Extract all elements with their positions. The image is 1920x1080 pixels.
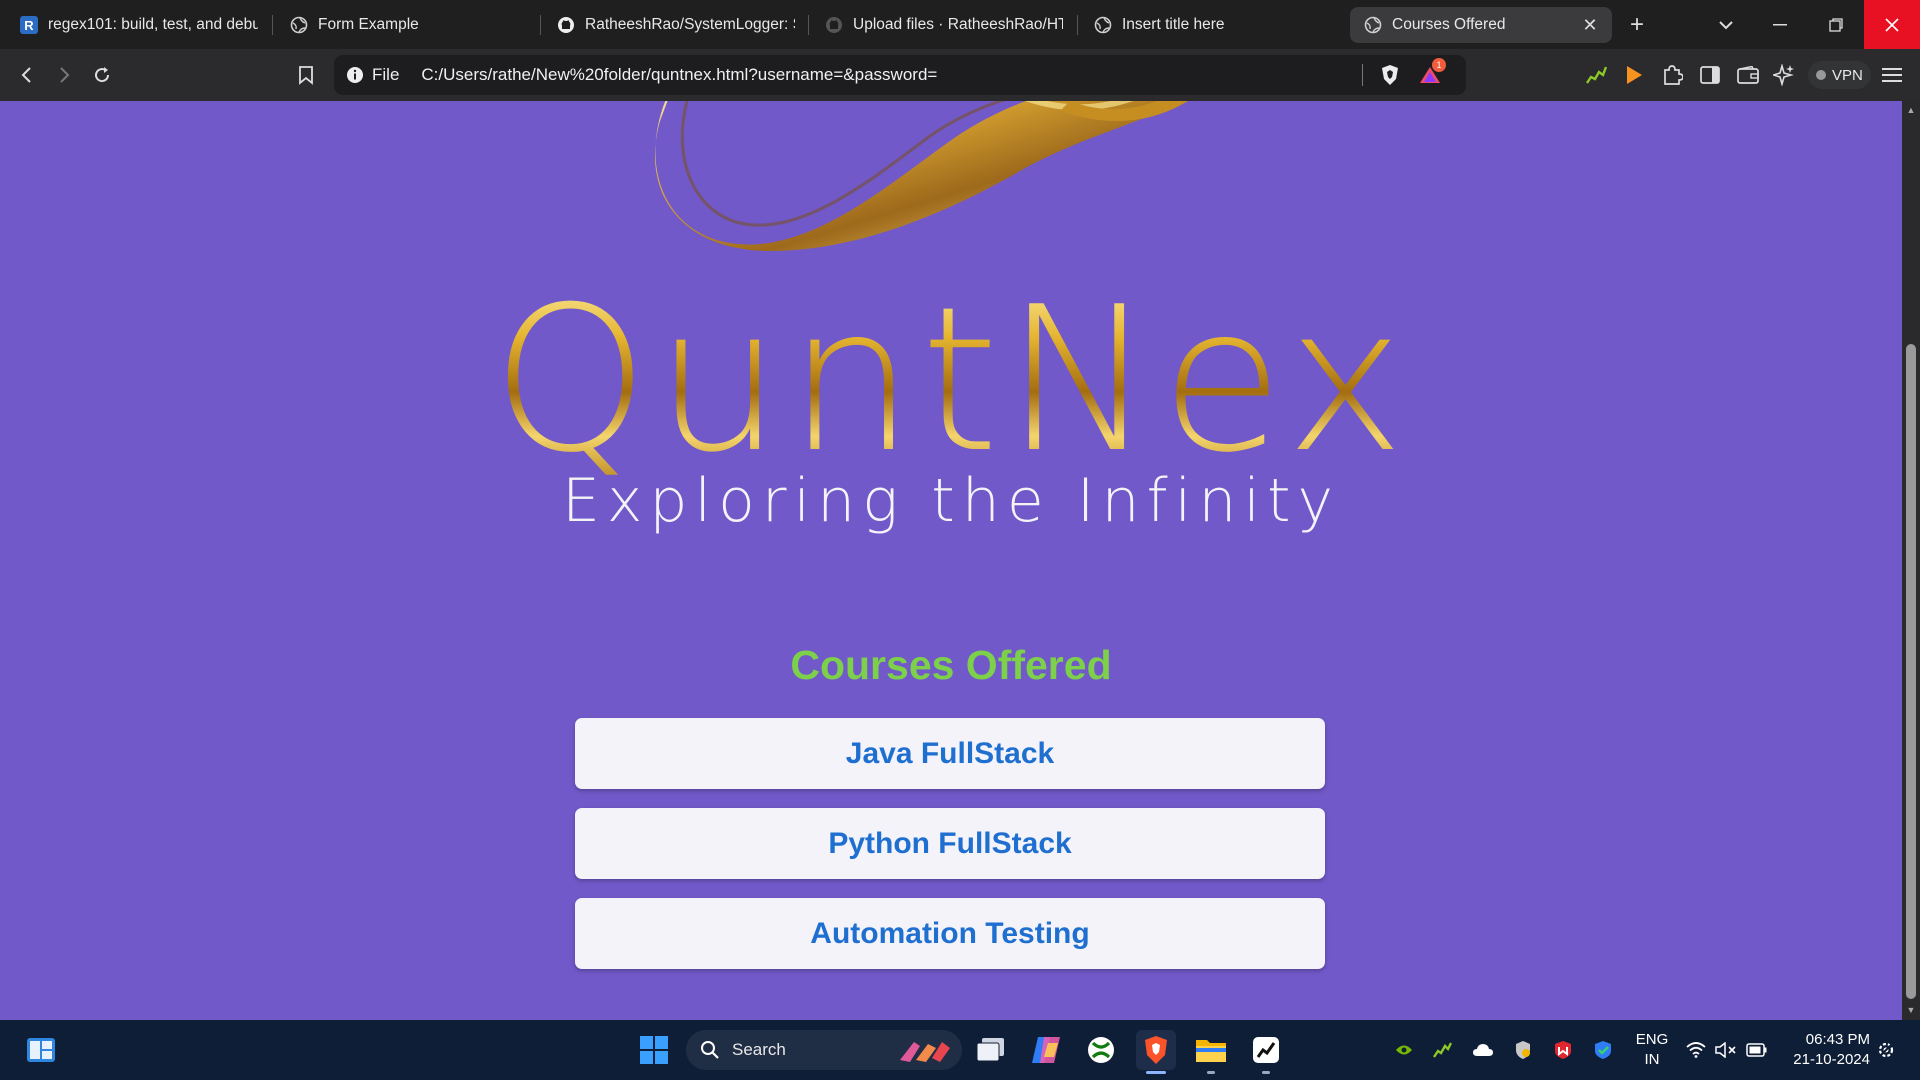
notifications-settings-icon[interactable] bbox=[1874, 1038, 1898, 1062]
tab-separator bbox=[808, 15, 809, 35]
widgets-icon[interactable] bbox=[21, 1030, 61, 1070]
task-view-icon[interactable] bbox=[971, 1030, 1011, 1070]
tab-title: Upload files · RatheeshRao/HTML bbox=[853, 16, 1063, 33]
courses-heading: Courses Offered bbox=[790, 642, 1112, 688]
start-windows-icon[interactable] bbox=[634, 1030, 674, 1070]
globe-icon bbox=[290, 16, 308, 34]
region-code: IN bbox=[1644, 1051, 1660, 1068]
minimize-button[interactable] bbox=[1752, 0, 1808, 49]
course-button-automation-testing[interactable]: Automation Testing bbox=[575, 898, 1325, 969]
brand-tagline: Exploring the Infinity bbox=[561, 466, 1341, 536]
forward-button[interactable] bbox=[50, 61, 78, 89]
tab-regex101[interactable]: R regex101: build, test, and debug regex bbox=[6, 7, 270, 43]
close-tab-icon[interactable]: ✕ bbox=[1580, 15, 1600, 35]
infinity-logo-graphic bbox=[655, 101, 1188, 251]
github-icon bbox=[557, 16, 575, 34]
regex101-favicon-icon: R bbox=[20, 16, 38, 34]
windows-taskbar: Search ENG IN 06:43 PM 21-10-2024 bbox=[0, 1020, 1920, 1080]
stocks-running-indicator bbox=[1262, 1071, 1270, 1074]
scroll-up-arrow-icon[interactable]: ▲ bbox=[1906, 105, 1916, 115]
mcafee-icon[interactable] bbox=[1551, 1038, 1575, 1062]
search-highlight-icon bbox=[900, 1042, 950, 1062]
tab-upload-files[interactable]: Upload files · RatheeshRao/HTML bbox=[811, 7, 1075, 43]
site-info[interactable]: File bbox=[346, 65, 399, 85]
vpn-label: VPN bbox=[1832, 66, 1863, 84]
brave-browser-taskbar-icon[interactable] bbox=[1136, 1030, 1176, 1070]
file-explorer-icon[interactable] bbox=[1191, 1030, 1231, 1070]
divider bbox=[1362, 64, 1363, 86]
taskbar-clock[interactable]: 06:43 PM 21-10-2024 bbox=[1772, 1030, 1870, 1070]
tab-separator bbox=[272, 15, 273, 35]
sidebar-toggle-icon[interactable] bbox=[1696, 61, 1724, 89]
nvidia-tray-icon[interactable] bbox=[1392, 1038, 1416, 1062]
clock-date: 21-10-2024 bbox=[1793, 1051, 1870, 1068]
brave-running-indicator bbox=[1146, 1071, 1166, 1074]
tab-separator bbox=[1077, 15, 1078, 35]
windows-security-icon[interactable] bbox=[1591, 1038, 1615, 1062]
clock-time: 06:43 PM bbox=[1805, 1031, 1870, 1048]
language-code: ENG bbox=[1635, 1031, 1669, 1048]
tab-title: Courses Offered bbox=[1392, 16, 1506, 33]
scroll-down-arrow-icon[interactable]: ▼ bbox=[1906, 1005, 1916, 1015]
page-viewport: QuntNex Exploring the Infinity Courses O… bbox=[0, 101, 1902, 1020]
taskbar-search-box[interactable]: Search bbox=[686, 1030, 962, 1070]
tab-title: RatheeshRao/SystemLogger: Sy bbox=[585, 16, 795, 33]
language-indicator[interactable]: ENG IN bbox=[1632, 1030, 1672, 1070]
tab-insert-title[interactable]: Insert title here bbox=[1080, 7, 1344, 43]
rewards-badge: 1 bbox=[1432, 58, 1446, 72]
course-button-python-fullstack[interactable]: Python FullStack bbox=[575, 808, 1325, 879]
back-button[interactable] bbox=[13, 61, 41, 89]
new-tab-button[interactable]: + bbox=[1611, 0, 1663, 49]
scroll-thumb[interactable] bbox=[1906, 344, 1916, 999]
onedrive-cloud-icon[interactable] bbox=[1471, 1038, 1495, 1062]
tab-separator bbox=[540, 15, 541, 35]
wallet-icon[interactable] bbox=[1734, 61, 1762, 89]
brave-shields-icon[interactable] bbox=[1376, 61, 1404, 89]
bookmark-icon[interactable] bbox=[292, 61, 320, 89]
brave-rewards-icon[interactable]: 1 bbox=[1417, 58, 1446, 89]
tab-title: Form Example bbox=[318, 16, 419, 33]
scheme-label: File bbox=[372, 65, 400, 84]
tab-title: regex101: build, test, and debug regex bbox=[48, 16, 258, 33]
copilot-icon[interactable] bbox=[1026, 1030, 1066, 1070]
explorer-running-indicator bbox=[1207, 1071, 1215, 1074]
course-button-java-fullstack[interactable]: Java FullStack bbox=[575, 718, 1325, 789]
brand-wordmark: QuntNex bbox=[0, 271, 1902, 491]
tab-strip: R regex101: build, test, and debug regex… bbox=[0, 0, 1920, 49]
extensions-puzzle-icon[interactable] bbox=[1658, 61, 1686, 89]
restore-button[interactable] bbox=[1808, 0, 1864, 49]
tab-systemlogger[interactable]: RatheeshRao/SystemLogger: Sy bbox=[543, 7, 807, 43]
reload-button[interactable] bbox=[88, 61, 116, 89]
battery-icon[interactable] bbox=[1745, 1038, 1769, 1062]
tab-search-chevron-icon[interactable] bbox=[1698, 0, 1754, 49]
leo-ai-sparkle-icon[interactable] bbox=[1770, 61, 1798, 89]
info-icon bbox=[347, 67, 363, 83]
menu-hamburger-icon[interactable] bbox=[1878, 61, 1906, 89]
volume-muted-icon[interactable] bbox=[1714, 1038, 1738, 1062]
vpn-button[interactable]: VPN bbox=[1808, 61, 1871, 89]
wifi-icon[interactable] bbox=[1684, 1038, 1708, 1062]
github-icon bbox=[825, 16, 843, 34]
close-window-button[interactable] bbox=[1864, 0, 1920, 49]
stocks-app-icon[interactable] bbox=[1246, 1030, 1286, 1070]
vpn-status-dot bbox=[1816, 70, 1826, 80]
browser-toolbar: File C:/Users/rathe/New%20folder/quntnex… bbox=[0, 49, 1920, 101]
vpn-shield-tray-icon[interactable] bbox=[1511, 1038, 1535, 1062]
globe-icon bbox=[1094, 16, 1112, 34]
globe-icon bbox=[1364, 16, 1382, 34]
search-label: Search bbox=[732, 1040, 786, 1059]
page-scrollbar[interactable]: ▲ ▼ bbox=[1902, 101, 1920, 1020]
url-text[interactable]: C:/Users/rathe/New%20folder/quntnex.html… bbox=[421, 65, 937, 85]
tab-title: Insert title here bbox=[1122, 16, 1225, 33]
address-bar[interactable]: File C:/Users/rathe/New%20folder/quntnex… bbox=[334, 55, 1466, 95]
tab-courses-offered[interactable]: Courses Offered ✕ bbox=[1350, 7, 1612, 43]
xbox-icon[interactable] bbox=[1081, 1030, 1121, 1070]
tab-form-example[interactable]: Form Example bbox=[276, 7, 540, 43]
search-icon bbox=[701, 1041, 719, 1059]
performance-tray-icon[interactable] bbox=[1430, 1038, 1454, 1062]
play-extension-icon[interactable] bbox=[1620, 61, 1648, 89]
nvidia-stats-icon[interactable] bbox=[1582, 61, 1610, 89]
